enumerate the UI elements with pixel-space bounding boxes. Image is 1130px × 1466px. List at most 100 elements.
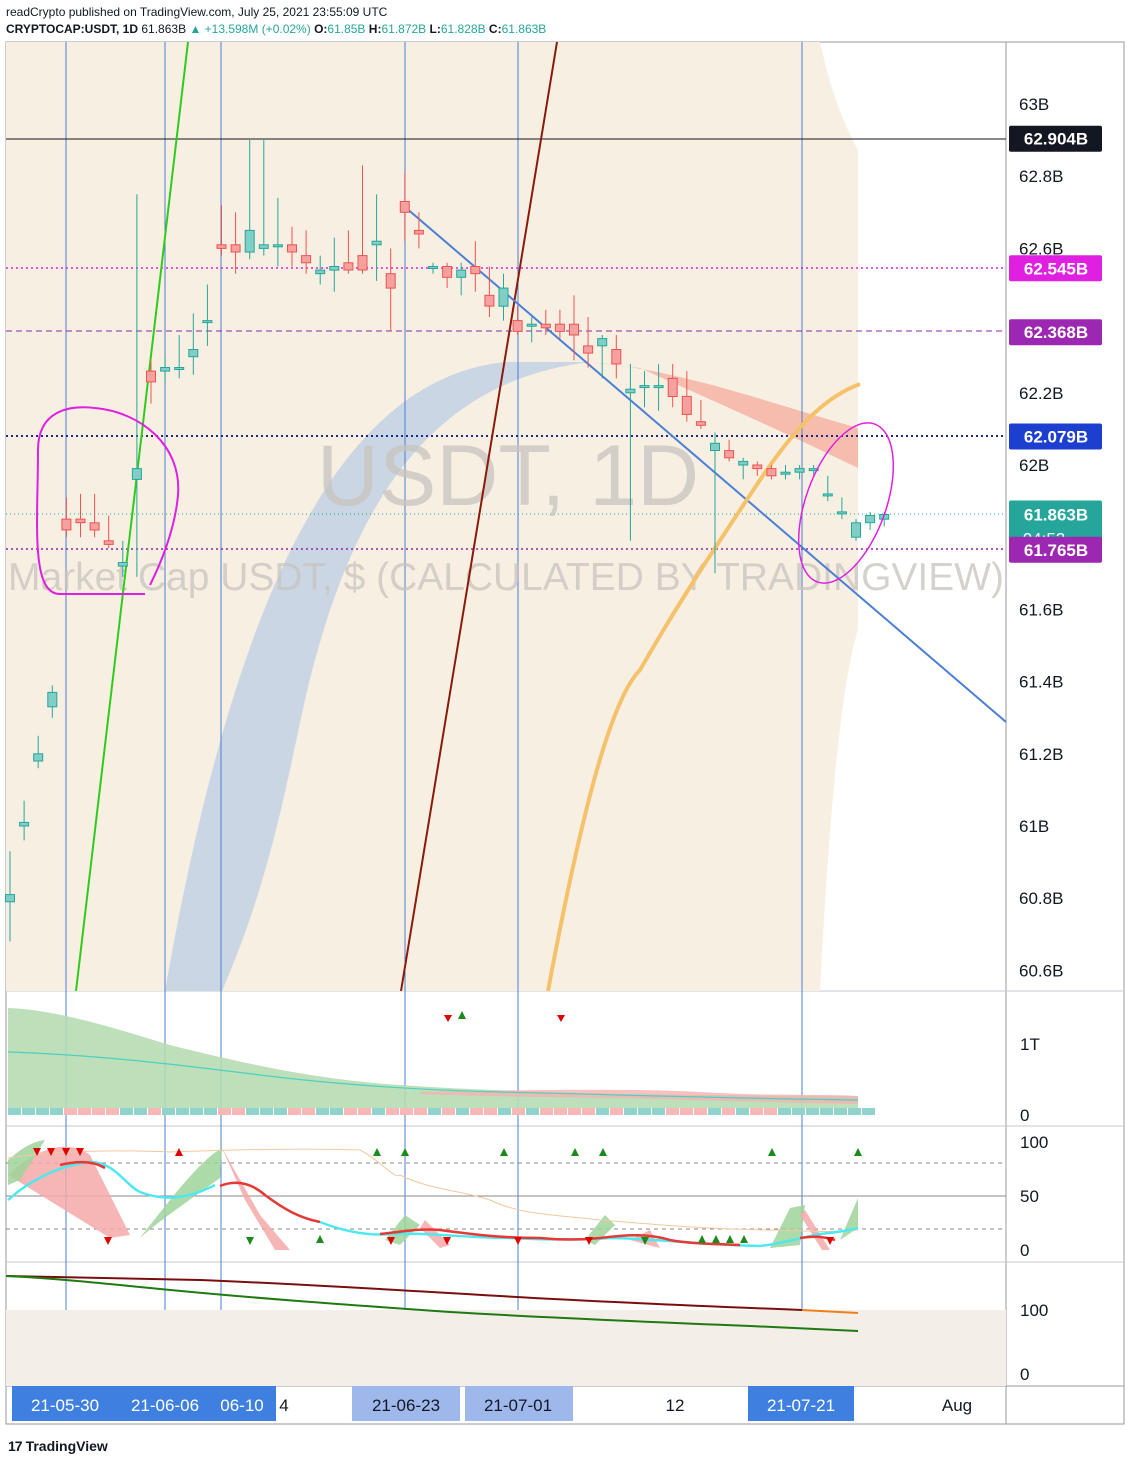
arrow-up-icon [599,1148,607,1156]
candle-body [611,349,622,365]
volume-bar [554,1108,567,1115]
arrow-up-icon [698,1235,706,1243]
candle-body [498,287,509,307]
arrow-up-icon [316,1235,324,1243]
price-tick: 62B [1019,456,1049,475]
signal-down-icon [444,1015,452,1022]
volume-bar [778,1108,791,1115]
candle-body [230,244,241,253]
volume-bar [218,1108,231,1115]
volume-bar [470,1108,483,1115]
volume-bar [176,1108,189,1115]
candle-body [89,522,100,531]
time-label: Aug [942,1396,972,1415]
arrow-up-icon [726,1235,734,1243]
time-label: 21-05-30 [31,1396,99,1415]
volume-bar [50,1108,63,1115]
arrow-up-icon [401,1148,409,1156]
candle-body [752,464,763,470]
candle-body [484,294,495,307]
candle-body [103,540,114,545]
candle-body [851,522,861,538]
osc-line-red [219,1181,321,1224]
candle-body [413,229,424,235]
candle-body [724,450,735,459]
candle-body [258,244,269,249]
volume-bar [274,1108,287,1115]
time-label: 21-06-23 [372,1396,440,1415]
arrow-up-icon [373,1148,381,1156]
volume-bar [540,1108,553,1115]
volume-bar [414,1108,427,1115]
volume-bar [162,1108,175,1115]
price-label: 62.545B [1009,255,1102,282]
chart-canvas[interactable]: USDT, 1D Market Cap USDT, $ (CALCULATED … [0,0,1130,1466]
volume-bar [288,1108,301,1115]
volume-bar [596,1108,609,1115]
volume-bar [344,1108,357,1115]
volume-bar [316,1108,329,1115]
volume-bar [386,1108,399,1115]
price-label: 62.079B [1009,423,1102,450]
volume-bar [484,1108,497,1115]
volume-bar [806,1108,819,1115]
logo-text: TradingView [25,1438,108,1454]
osc-fill-green [840,1198,858,1240]
last-price-text: 61.863B [1024,506,1088,525]
price-label: 62.904B [1009,125,1102,152]
arrow-up-icon [571,1148,579,1156]
candle-body [357,255,368,271]
candle-body [61,518,72,531]
candle-body [766,468,777,477]
price-chip-text: 62.079B [1024,428,1088,447]
volume-bar [512,1108,525,1115]
time-label: 21-07-01 [484,1396,552,1415]
candle-body [625,388,636,394]
volume-bar [302,1108,315,1115]
candle-body [710,442,720,451]
signal-down-icon [557,1015,565,1022]
volume-bar [120,1108,133,1115]
time-label: 21-06-06 [131,1396,199,1415]
candle-body [569,323,579,336]
candle-body [794,468,805,473]
price-tick: 62.2B [1019,384,1063,403]
price-tick: 63B [1019,95,1049,114]
candle-body [639,385,650,389]
price-chip-text: 61.765B [1024,541,1088,560]
candle-body [75,518,86,524]
candle-body [244,229,255,253]
price-tick: 61.6B [1019,600,1063,619]
price-chip-text: 62.904B [1024,130,1088,149]
price-chip-text: 62.368B [1024,323,1088,342]
volume-bar [36,1108,49,1115]
candle-body [146,370,156,383]
osc-fill-red [800,1210,830,1250]
signal-up-icon [458,1011,466,1019]
trend-line-darkred [5,1275,803,1311]
volume-bar [638,1108,651,1115]
candle-body [512,320,523,332]
candle-body [117,562,128,567]
candle-body [540,323,551,329]
candle-body [301,255,312,264]
candle-body [667,377,678,397]
price-tick: 61.2B [1019,745,1063,764]
candle-body [428,266,438,269]
candle-body [202,320,213,324]
candle-body [160,367,171,372]
candle-body [131,468,142,480]
price-label: 62.368B [1009,319,1102,346]
time-axis: 21-05-30 21-06-06 06-10 4 21-06-23 21-07… [12,1386,972,1421]
candle-body [653,385,664,389]
volume-bar [8,1108,21,1115]
volume-bar [372,1108,385,1115]
volume-bar [64,1108,77,1115]
volume-bar [22,1108,35,1115]
price-tick: 61.4B [1019,673,1063,692]
volume-bar [652,1108,665,1115]
arrow-down-icon [826,1237,834,1245]
tradingview-logo[interactable]: 17 TradingView [8,1438,108,1454]
candle-body [343,262,354,271]
arrow-down-icon [104,1237,112,1245]
